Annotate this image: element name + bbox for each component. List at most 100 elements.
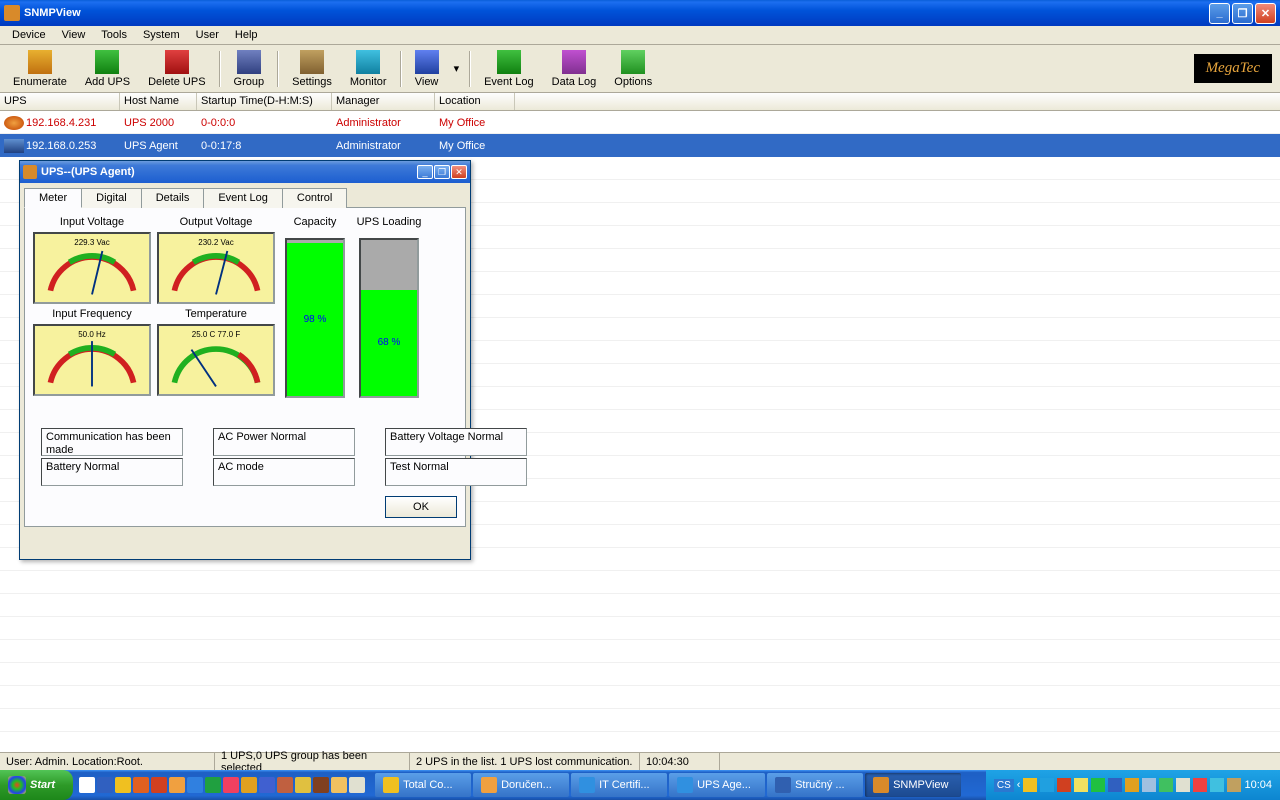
tray-icon[interactable] [1023,778,1037,792]
view-button[interactable]: View [407,47,447,91]
enumerate-button[interactable]: Enumerate [5,47,75,91]
ql-icon[interactable] [205,777,221,793]
tab-meter[interactable]: Meter [24,188,82,208]
child-maximize-button[interactable]: ❐ [434,165,450,179]
task-label: Total Co... [403,779,453,791]
ql-icon[interactable] [241,777,257,793]
group-button[interactable]: Group [226,47,273,91]
tray-icon[interactable] [1227,778,1241,792]
clock[interactable]: 10:04 [1244,779,1272,791]
tray-icon[interactable] [1057,778,1071,792]
tray-icon[interactable] [1074,778,1088,792]
tray-icon[interactable] [1210,778,1224,792]
menu-system[interactable]: System [135,27,188,43]
task-button[interactable]: Doručen... [473,773,569,797]
tray-icon[interactable] [1040,778,1054,792]
task-button[interactable]: IT Certifi... [571,773,667,797]
monitor-button[interactable]: Monitor [342,47,395,91]
child-close-button[interactable]: ✕ [451,165,467,179]
datalog-button[interactable]: Data Log [544,47,605,91]
options-button[interactable]: Options [606,47,660,91]
tray-icon[interactable] [1159,778,1173,792]
task-button[interactable]: Total Co... [375,773,471,797]
window-title: SNMPView [24,7,1209,19]
maximize-button[interactable]: ❐ [1232,3,1253,24]
tray-expand-icon[interactable]: ‹ [1017,779,1021,791]
meter-label: Output Voltage [157,216,275,228]
tab-digital[interactable]: Digital [81,188,142,208]
separator [469,51,471,87]
task-button[interactable]: UPS Age... [669,773,765,797]
col-startup[interactable]: Startup Time(D-H:M:S) [197,93,332,110]
tray-icon[interactable] [1176,778,1190,792]
tab-eventlog[interactable]: Event Log [203,188,283,208]
loading-gauge: UPS Loading 68 % [355,216,423,398]
ql-icon[interactable] [115,777,131,793]
minimize-button[interactable]: _ [1209,3,1230,24]
tab-details[interactable]: Details [141,188,205,208]
child-minimize-button[interactable]: _ [417,165,433,179]
view-dropdown[interactable]: View ▾ [406,47,466,91]
gauge-label: UPS Loading [355,216,423,228]
col-host[interactable]: Host Name [120,93,197,110]
col-location[interactable]: Location [435,93,515,110]
gauge-value: 229.3 Vac [35,238,149,247]
meter-label: Input Voltage [33,216,151,228]
ql-icon[interactable] [295,777,311,793]
table-row[interactable]: 192.168.0.253 UPS Agent 0-0:17:8 Adminis… [0,134,1280,157]
app-icon [873,777,889,793]
col-ups[interactable]: UPS [0,93,120,110]
ql-icon[interactable] [187,777,203,793]
tray-icon[interactable] [1142,778,1156,792]
task-button[interactable]: SNMPView [865,773,961,797]
tab-panel: Input Voltage 229.3 Vac Input Frequency … [24,207,466,527]
child-titlebar[interactable]: UPS--(UPS Agent) _ ❐ ✕ [20,161,470,183]
tray-icon[interactable] [1125,778,1139,792]
menu-view[interactable]: View [54,27,94,43]
status-ac-mode: AC mode [213,458,355,486]
status-time: 10:04:30 [640,753,720,770]
menu-tools[interactable]: Tools [93,27,135,43]
toolbar-label: Delete UPS [148,76,205,88]
tray-icon[interactable] [1193,778,1207,792]
start-button[interactable]: Start [0,770,73,800]
ql-icon[interactable] [151,777,167,793]
menu-user[interactable]: User [188,27,227,43]
tray-icon[interactable] [1108,778,1122,792]
ql-icon[interactable] [79,777,95,793]
capacity-gauge: Capacity 98 % [281,216,349,398]
ql-icon[interactable] [277,777,293,793]
ups-detail-window[interactable]: UPS--(UPS Agent) _ ❐ ✕ Meter Digital Det… [19,160,471,560]
separator [400,51,402,87]
task-button[interactable]: Stručný ... [767,773,863,797]
gauge-value: 50.0 Hz [35,330,149,339]
close-button[interactable]: ✕ [1255,3,1276,24]
toolbar-label: Event Log [484,76,534,88]
eventlog-button[interactable]: Event Log [476,47,542,91]
ok-button[interactable]: OK [385,496,457,518]
status-test: Test Normal [385,458,527,486]
add-ups-button[interactable]: Add UPS [77,47,138,91]
menu-device[interactable]: Device [4,27,54,43]
ql-icon[interactable] [133,777,149,793]
ql-icon[interactable] [223,777,239,793]
menu-help[interactable]: Help [227,27,266,43]
tab-control[interactable]: Control [282,188,347,208]
chevron-down-icon[interactable]: ▾ [448,62,466,75]
ql-icon[interactable] [313,777,329,793]
ql-icon[interactable] [331,777,347,793]
eventlog-icon [497,50,521,74]
language-indicator[interactable]: CS [994,779,1014,792]
table-row[interactable]: 192.168.4.231 UPS 2000 0-0:0:0 Administr… [0,111,1280,134]
tray-icon[interactable] [1091,778,1105,792]
ql-icon[interactable] [349,777,365,793]
datalog-icon [562,50,586,74]
quick-launch [73,777,371,793]
col-manager[interactable]: Manager [332,93,435,110]
ql-icon[interactable] [97,777,113,793]
ql-icon[interactable] [169,777,185,793]
ql-icon[interactable] [259,777,275,793]
delete-ups-button[interactable]: Delete UPS [140,47,213,91]
separator [219,51,221,87]
settings-button[interactable]: Settings [284,47,340,91]
